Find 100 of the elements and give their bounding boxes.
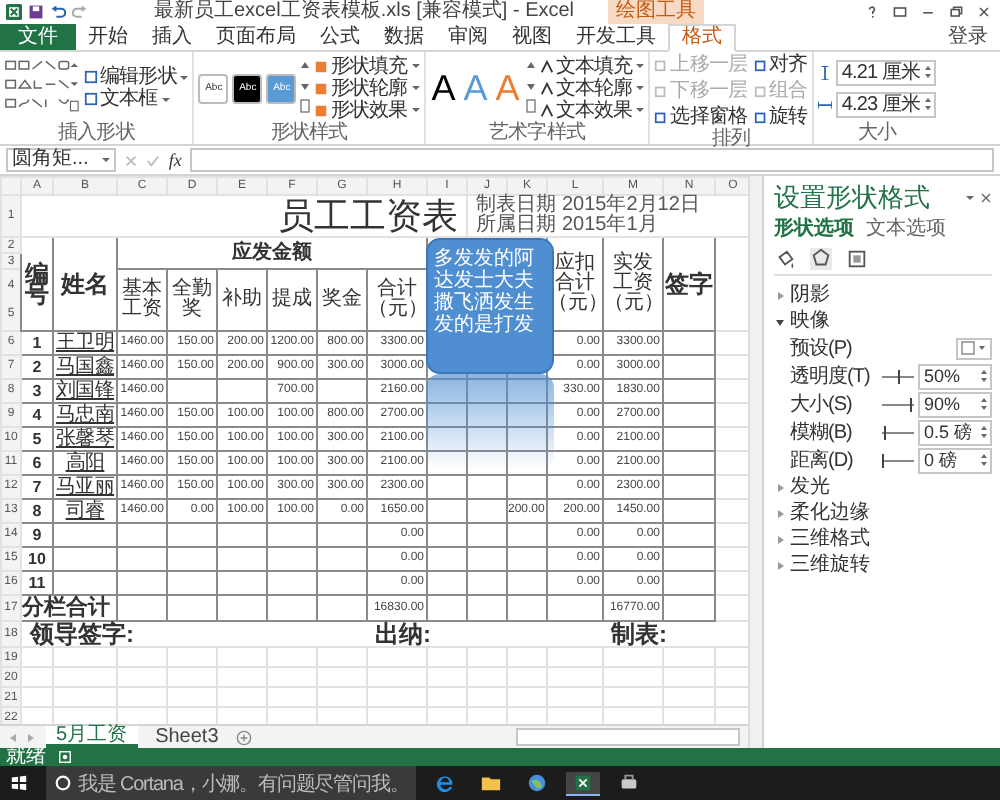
spinner-icon[interactable] (980, 368, 988, 384)
effects-icon[interactable] (810, 248, 832, 270)
square-icon (753, 58, 768, 72)
ribbon-tab[interactable]: 审阅 (436, 24, 500, 50)
ribbon-button[interactable]: 形状填充 (314, 55, 420, 77)
table-cell: 2 (21, 355, 53, 379)
horizontal-scrollbar[interactable] (516, 728, 740, 746)
column-heading: 提成 (267, 269, 317, 331)
ribbon-button[interactable]: 文本轮廓 (539, 77, 645, 99)
ribbon-button[interactable]: 选择窗格 (654, 106, 748, 128)
group-label: 排列 (709, 128, 753, 150)
sheet-title: 员工工资表 (278, 196, 460, 236)
cortana-icon (54, 774, 72, 792)
ribbon-tab[interactable]: 页面布局 (204, 24, 308, 50)
undo-icon[interactable] (50, 4, 66, 20)
width-icon (817, 97, 832, 111)
ribbon-tab[interactable]: 公式 (308, 24, 372, 50)
macro-record-icon[interactable] (58, 750, 72, 764)
column-heading: 姓名 (53, 237, 117, 331)
caret-right-icon (774, 289, 786, 301)
column-heading: 签字 (663, 237, 715, 331)
close-icon[interactable] (976, 4, 992, 20)
size-properties-icon[interactable] (846, 248, 868, 270)
gallery-scroll-icon[interactable] (525, 58, 536, 118)
section-header[interactable]: 三维格式 (774, 526, 870, 552)
setting-label: 模糊(B) (790, 419, 854, 446)
caret-icon (411, 106, 420, 114)
section-header[interactable]: 阴影 (774, 282, 830, 308)
ribbon-button[interactable]: 形状轮廓 (314, 77, 420, 99)
date-label: 制表日期 (476, 196, 556, 216)
ribbon-tab[interactable]: 视图 (500, 24, 564, 50)
square-icon (654, 110, 669, 124)
setting-label: 预设(P) (790, 336, 854, 362)
formula-field[interactable] (189, 148, 994, 172)
windows-logo-icon[interactable] (10, 774, 28, 792)
ribbon-tab[interactable]: 格式 (668, 24, 736, 52)
value-field[interactable]: 90% (918, 391, 992, 417)
table-cell: 9 (21, 523, 53, 547)
ribbon-tab[interactable]: 开发工具 (564, 24, 668, 50)
section-header[interactable]: 三维旋转 (774, 552, 870, 578)
ribbon-button[interactable]: 文本框 (84, 88, 189, 110)
spinner-icon[interactable] (924, 96, 933, 112)
ribbon-button[interactable]: 文本效果 (539, 99, 645, 121)
pane-tab[interactable]: 文本选项 (866, 218, 946, 242)
insert-function-button[interactable]: fx (168, 150, 182, 170)
spreadsheet-app-icon[interactable] (566, 771, 601, 795)
section-header[interactable]: 映像 (774, 308, 830, 334)
spinner-icon[interactable] (980, 396, 988, 412)
table-cell: 领导签字: (21, 621, 367, 647)
sheet-tab[interactable]: Sheet3 (145, 726, 229, 748)
table-cell: 分栏合计 (21, 595, 117, 621)
fill-line-icon[interactable] (774, 248, 796, 270)
section-header[interactable]: 柔化边缘 (774, 500, 870, 526)
value-field[interactable]: 50% (918, 363, 992, 389)
save-icon[interactable] (28, 4, 44, 20)
wordart-sample[interactable]: A (429, 66, 458, 110)
ribbon-button[interactable]: 编辑形状 (84, 66, 189, 88)
spinner-icon[interactable] (980, 452, 988, 468)
sheet-tab[interactable]: 5月工资 (46, 726, 138, 748)
add-sheet-icon[interactable] (236, 729, 253, 745)
search-field[interactable]: 我是 Cortana，小娜。有问题尽管问我。 (46, 766, 417, 800)
spinner-icon[interactable] (924, 64, 933, 80)
size-field[interactable]: 4.23 厘米 (835, 91, 937, 117)
ribbon-button[interactable]: 文本填充 (539, 55, 645, 77)
sign-in-link[interactable]: 登录 (948, 24, 1000, 50)
caret-icon[interactable] (964, 192, 976, 204)
table-cell: 10 (21, 547, 53, 571)
ribbon-button[interactable]: 形状效果 (314, 99, 420, 121)
help-icon[interactable] (864, 4, 880, 20)
vertical-scrollbar[interactable] (748, 176, 762, 748)
table-cell: 1 (21, 331, 53, 355)
ribbon-tab[interactable]: 文件 (0, 24, 76, 50)
restore-icon[interactable] (948, 4, 964, 20)
value-field[interactable]: 0 磅 (918, 447, 992, 473)
table-cell: 6 (21, 451, 53, 475)
ribbon-button[interactable]: 对齐 (753, 54, 808, 76)
table-cell: 3 (21, 379, 53, 403)
setting-label: 大小(S) (790, 391, 854, 418)
caret-icon (636, 106, 645, 114)
table-cell: 制表: (603, 621, 748, 647)
period-value: 2015年1月 (562, 216, 660, 236)
gallery-scroll-icon[interactable] (300, 58, 311, 118)
square-icon (753, 110, 768, 124)
ribbon-tab[interactable]: 数据 (372, 24, 436, 50)
name-box[interactable]: 圆角矩... (6, 148, 117, 172)
ribbon-display-icon[interactable] (892, 4, 908, 20)
shape-reflection (426, 374, 554, 470)
section-header[interactable]: 发光 (774, 474, 830, 500)
caret-icon (636, 62, 645, 70)
ribbon-tab[interactable]: 插入 (140, 24, 204, 50)
spinner-icon[interactable] (980, 424, 988, 440)
size-field[interactable]: 4.21 厘米 (835, 59, 937, 85)
swatch-caret-icon (960, 340, 988, 356)
setting-label: 距离(D) (790, 447, 855, 474)
ribbon-tab[interactable]: 开始 (76, 24, 140, 50)
ribbon-button[interactable]: 旋转 (753, 106, 808, 128)
close-icon[interactable] (980, 192, 992, 204)
table-cell: 8 (21, 499, 53, 523)
pane-tab[interactable]: 形状选项 (774, 218, 854, 242)
value-field[interactable]: 0.5 磅 (918, 419, 992, 445)
